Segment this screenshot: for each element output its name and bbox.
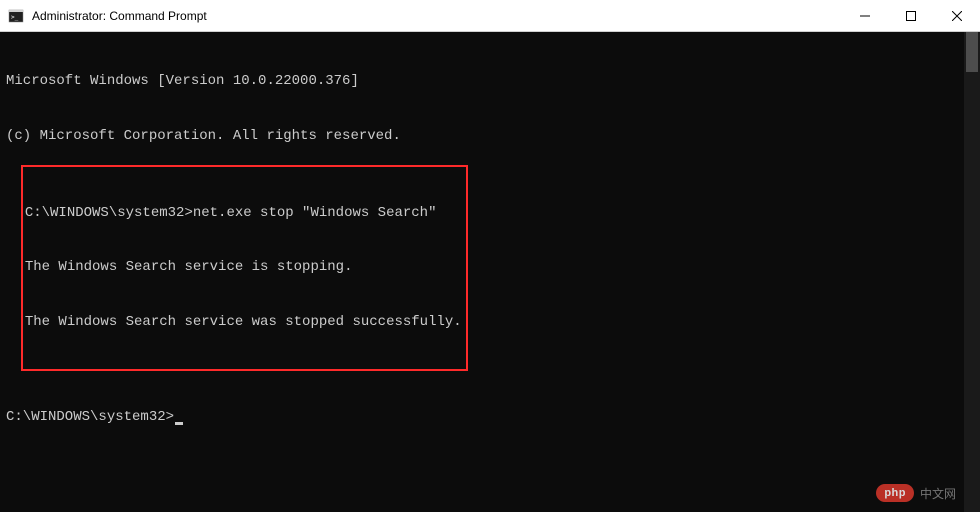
maximize-button[interactable] xyxy=(888,0,934,32)
terminal-output[interactable]: Microsoft Windows [Version 10.0.22000.37… xyxy=(0,32,980,512)
command-line: C:\WINDOWS\system32>net.exe stop "Window… xyxy=(23,204,462,222)
minimize-button[interactable] xyxy=(842,0,888,32)
window-title: Administrator: Command Prompt xyxy=(32,9,207,23)
window-controls xyxy=(842,0,980,31)
output-line: The Windows Search service was stopped s… xyxy=(23,313,462,331)
vertical-scrollbar[interactable] xyxy=(964,32,980,512)
watermark-text: 中文网 xyxy=(920,485,956,502)
version-line: Microsoft Windows [Version 10.0.22000.37… xyxy=(6,72,974,90)
cursor xyxy=(175,422,183,425)
watermark: php 中文网 xyxy=(876,484,956,502)
prompt-text: C:\WINDOWS\system32> xyxy=(25,205,193,221)
highlighted-command-block: C:\WINDOWS\system32>net.exe stop "Window… xyxy=(21,165,468,371)
scrollbar-thumb[interactable] xyxy=(966,32,978,72)
close-button[interactable] xyxy=(934,0,980,32)
output-line: The Windows Search service is stopping. xyxy=(23,258,462,276)
titlebar-left: >_ Administrator: Command Prompt xyxy=(0,8,207,24)
watermark-badge: php xyxy=(876,484,914,502)
copyright-line: (c) Microsoft Corporation. All rights re… xyxy=(6,127,974,145)
cmd-icon: >_ xyxy=(8,8,24,24)
current-prompt-line: C:\WINDOWS\system32> xyxy=(6,408,974,426)
command-text: net.exe stop "Windows Search" xyxy=(193,205,437,221)
prompt-text: C:\WINDOWS\system32> xyxy=(6,409,174,425)
svg-text:>_: >_ xyxy=(11,14,19,21)
window-titlebar: >_ Administrator: Command Prompt xyxy=(0,0,980,32)
